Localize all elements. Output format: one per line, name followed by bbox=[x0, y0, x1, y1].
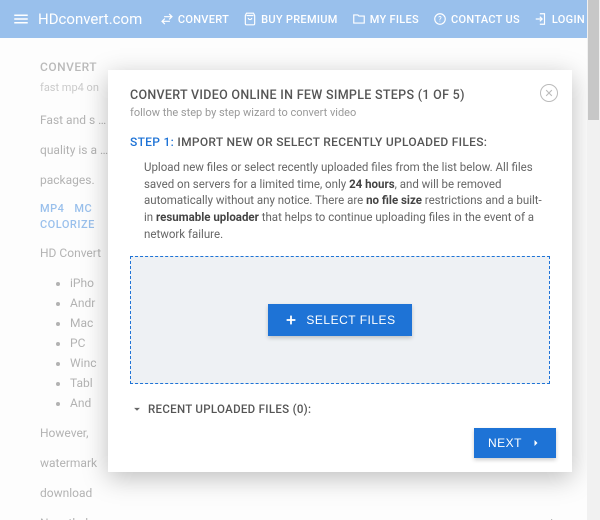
modal-subtitle: follow the step by step wizard to conver… bbox=[130, 106, 550, 119]
file-dropzone[interactable]: SELECT FILES bbox=[130, 256, 550, 384]
step-heading: STEP 1: IMPORT NEW OR SELECT RECENTLY UP… bbox=[130, 135, 550, 149]
select-files-button[interactable]: SELECT FILES bbox=[268, 304, 411, 336]
chevron-right-icon bbox=[530, 437, 542, 449]
modal-title: CONVERT VIDEO ONLINE IN FEW SIMPLE STEPS… bbox=[130, 88, 550, 103]
scrollbar[interactable] bbox=[587, 0, 600, 520]
recent-files-toggle[interactable]: RECENT UPLOADED FILES (0): bbox=[130, 402, 550, 416]
convert-wizard-modal: ✕ CONVERT VIDEO ONLINE IN FEW SIMPLE STE… bbox=[108, 70, 572, 472]
step-description: Upload new files or select recently uplo… bbox=[144, 159, 544, 242]
chevron-down-icon bbox=[130, 402, 144, 416]
close-icon[interactable]: ✕ bbox=[540, 84, 558, 102]
plus-icon bbox=[284, 313, 298, 327]
scrollbar-thumb[interactable] bbox=[588, 0, 599, 120]
next-button[interactable]: NEXT bbox=[474, 428, 556, 458]
